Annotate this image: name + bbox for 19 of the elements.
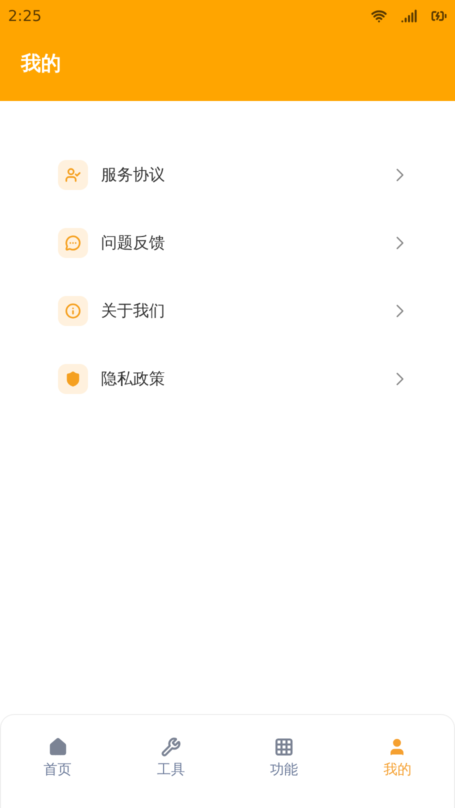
signal-icon (401, 8, 417, 24)
chat-icon (65, 235, 81, 251)
battery-icon (431, 8, 447, 24)
info-icon (65, 303, 81, 319)
user-icon (65, 167, 81, 183)
page-title: 我的 (20, 50, 62, 77)
nav-tab[interactable]: 首页 (1, 737, 114, 779)
status-time: 2:25 (8, 7, 42, 25)
shield-icon (65, 371, 81, 387)
grid-icon (274, 737, 294, 757)
nav-tab[interactable]: 工具 (114, 737, 228, 779)
menu-item[interactable]: 服务协议 (101, 164, 376, 186)
menu-item[interactable]: 关于我们 (101, 300, 376, 322)
menu-item[interactable]: 问题反馈 (101, 232, 376, 254)
nav-tab[interactable]: 功能 (228, 737, 341, 779)
wifi-icon (371, 8, 387, 24)
menu-item[interactable]: 隐私政策 (101, 368, 376, 390)
home-icon (48, 737, 68, 757)
tools-icon (160, 737, 181, 757)
